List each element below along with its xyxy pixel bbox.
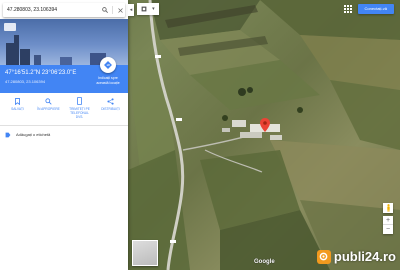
account-area: Conectați-vă bbox=[343, 3, 394, 15]
map-type-thumbnail[interactable] bbox=[132, 240, 158, 266]
send-to-phone-label: TRIMITEȚI PE TELEFONUL DVS. bbox=[69, 107, 90, 119]
google-logo: Google bbox=[254, 259, 275, 265]
action-row: SALVAȚI ÎN APROPIERE TRIMITEȚI PE TELEFO… bbox=[0, 95, 128, 123]
watermark-text: publi24.ro bbox=[333, 249, 396, 264]
save-label: SALVAȚI bbox=[11, 107, 24, 111]
directions-label[interactable]: Indicații spre această locație bbox=[94, 76, 122, 85]
photo-building bbox=[14, 35, 19, 65]
pegman-icon bbox=[386, 204, 390, 212]
share-label: DISTRIBUIȚI bbox=[101, 107, 120, 111]
photo-icon bbox=[4, 23, 16, 31]
search-input[interactable]: 47.280803, 23.106394 bbox=[7, 7, 100, 13]
nearby-button[interactable]: ÎN APROPIERE bbox=[37, 95, 61, 123]
phone-icon bbox=[76, 97, 84, 105]
location-pin-icon[interactable] bbox=[260, 118, 270, 132]
share-icon bbox=[107, 97, 115, 105]
layers-icon bbox=[141, 6, 147, 12]
save-button[interactable]: SALVAȚI bbox=[6, 95, 30, 123]
search-icon[interactable] bbox=[100, 5, 110, 15]
label-icon bbox=[5, 132, 11, 137]
photo-building bbox=[34, 55, 41, 65]
signin-button[interactable]: Conectați-vă bbox=[357, 4, 394, 14]
map-controls: + − bbox=[383, 203, 393, 234]
photo-building bbox=[60, 57, 72, 65]
share-button[interactable]: DISTRIBUIȚI bbox=[99, 95, 123, 123]
chevron-down-icon: ▾ bbox=[152, 6, 155, 12]
publi24-logo-icon bbox=[316, 249, 331, 264]
coordinates-header: 47°16'51.2"N 23°06'23.0"E 47.280803, 23.… bbox=[0, 57, 128, 93]
chevron-left-icon: ◂ bbox=[129, 7, 133, 13]
apps-grid-icon[interactable] bbox=[343, 5, 352, 13]
coordinates-decimal: 47.280803, 23.106394 bbox=[5, 79, 46, 84]
publi24-watermark: publi24.ro bbox=[316, 249, 396, 264]
search-box[interactable]: 47.280803, 23.106394 bbox=[3, 3, 125, 17]
photo-building bbox=[20, 49, 30, 65]
add-label-text: Adăugați o etichetă bbox=[16, 132, 51, 137]
directions-button[interactable] bbox=[100, 57, 116, 73]
close-icon[interactable] bbox=[115, 5, 125, 15]
bookmark-icon bbox=[14, 97, 22, 105]
coordinates-dms: 47°16'51.2"N 23°06'23.0"E bbox=[5, 70, 77, 76]
nearby-icon bbox=[45, 97, 53, 105]
collapse-panel-button[interactable]: ◂ bbox=[128, 4, 134, 16]
pegman-button[interactable] bbox=[383, 203, 393, 213]
layers-button[interactable]: ▾ bbox=[137, 3, 159, 15]
nearby-label: ÎN APROPIERE bbox=[37, 107, 60, 111]
search-separator bbox=[112, 6, 113, 14]
minus-icon: − bbox=[385, 226, 391, 233]
place-panel: 47.280803, 23.106394 47°16'51.2"N 23°06'… bbox=[0, 0, 128, 270]
directions-icon bbox=[104, 61, 112, 69]
plus-icon: + bbox=[385, 216, 391, 224]
panel-divider bbox=[0, 125, 128, 126]
zoom-in-button[interactable]: + bbox=[383, 216, 393, 225]
send-to-phone-button[interactable]: TRIMITEȚI PE TELEFONUL DVS. bbox=[68, 95, 92, 123]
add-label-row[interactable]: Adăugați o etichetă bbox=[5, 130, 123, 139]
zoom-out-button[interactable]: − bbox=[383, 225, 393, 234]
photo-building bbox=[6, 43, 14, 65]
